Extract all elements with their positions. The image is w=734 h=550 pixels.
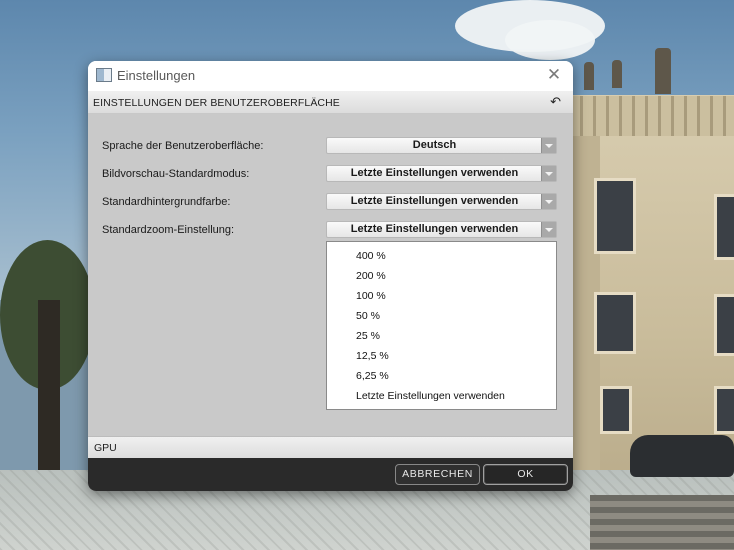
dropdown-option-last-settings[interactable]: Letzte Einstellungen verwenden [356, 390, 505, 402]
building-window [714, 194, 734, 260]
dropdown-option-25[interactable]: 25 % [356, 330, 380, 342]
preview-mode-label: Bildvorschau-Standardmodus: [102, 168, 250, 180]
chevron-down-icon [541, 222, 556, 237]
statue [584, 62, 594, 90]
chevron-down-icon [541, 194, 556, 209]
chevron-down-icon [541, 138, 556, 153]
building-balustrade [570, 96, 734, 136]
ok-button[interactable]: OK [483, 464, 568, 485]
section-title: EINSTELLUNGEN DER BENUTZEROBERFLÄCHE [93, 97, 340, 109]
dropdown-option-50[interactable]: 50 % [356, 310, 380, 322]
select-value: Letzte Einstellungen verwenden [350, 223, 519, 235]
tree-trunk [38, 300, 60, 490]
dropdown-option-200[interactable]: 200 % [356, 270, 386, 282]
select-value: Deutsch [412, 139, 457, 151]
close-icon[interactable]: ✕ [543, 64, 565, 86]
building-window [714, 294, 734, 356]
select-value: Letzte Einstellungen verwenden [350, 195, 519, 207]
zoom-label: Standardzoom-Einstellung: [102, 224, 235, 236]
cloud [505, 20, 595, 60]
background-color-select[interactable]: Letzte Einstellungen verwenden [326, 193, 557, 210]
preview-mode-select[interactable]: Letzte Einstellungen verwenden [326, 165, 557, 182]
cancel-button[interactable]: ABBRECHEN [395, 464, 480, 485]
title-bar[interactable]: Einstellungen ✕ [88, 61, 573, 91]
statue [612, 60, 622, 88]
dropdown-option-12-5[interactable]: 12,5 % [356, 350, 389, 362]
dialog-footer: ABBRECHEN OK [88, 458, 573, 491]
chevron-down-icon [541, 166, 556, 181]
building-window [594, 292, 636, 354]
statue [655, 48, 671, 94]
select-value: Letzte Einstellungen verwenden [350, 167, 519, 179]
gpu-section-header[interactable]: GPU [88, 436, 573, 459]
zoom-dropdown-list: 400 % 200 % 100 % 50 % 25 % 12,5 % 6,25 … [326, 241, 557, 410]
undo-icon[interactable]: ↶ [550, 94, 561, 110]
building-window [594, 178, 636, 254]
dropdown-option-400[interactable]: 400 % [356, 250, 386, 262]
dropdown-option-6-25[interactable]: 6,25 % [356, 370, 389, 382]
language-label: Sprache der Benutzeroberfläche: [102, 140, 264, 152]
building-window [714, 386, 734, 434]
dropdown-option-100[interactable]: 100 % [356, 290, 386, 302]
stairs [590, 495, 734, 550]
section-header[interactable]: EINSTELLUNGEN DER BENUTZEROBERFLÄCHE ↶ [88, 91, 573, 114]
settings-dialog: Einstellungen ✕ EINSTELLUNGEN DER BENUTZ… [88, 61, 573, 491]
background-color-label: Standardhintergrundfarbe: [102, 196, 231, 208]
gpu-section-title: GPU [94, 442, 117, 454]
building-window [600, 386, 632, 434]
dialog-title: Einstellungen [117, 68, 196, 83]
language-select[interactable]: Deutsch [326, 137, 557, 154]
zoom-select[interactable]: Letzte Einstellungen verwenden [326, 221, 557, 238]
parked-car [630, 435, 734, 477]
app-window-icon [96, 68, 112, 82]
